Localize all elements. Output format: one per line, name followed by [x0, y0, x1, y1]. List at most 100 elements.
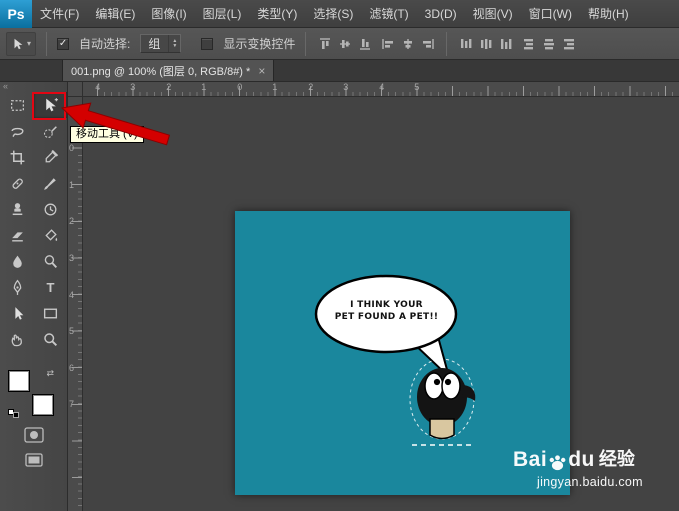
align-horizontal-centers-button[interactable] [399, 35, 416, 53]
speech-bubble-text: I THINK YOUR PET FOUND A PET!! [321, 299, 452, 323]
pen-tool[interactable] [1, 274, 34, 300]
chevron-down-icon: ▼ [172, 42, 178, 49]
crop-tool[interactable] [1, 144, 34, 170]
watermark-du: du [568, 448, 595, 471]
ruler-label: 3 [130, 82, 136, 92]
auto-select-checkbox[interactable]: ✓ [57, 37, 70, 50]
menu-type[interactable]: 类型(Y) [249, 0, 305, 28]
align-top-edges-button[interactable] [316, 35, 333, 53]
watermark-bai: Bai [513, 448, 548, 471]
speech-line-2: PET FOUND A PET!! [334, 312, 439, 322]
menu-3d[interactable]: 3D(D) [417, 0, 465, 28]
brush-icon [44, 177, 56, 190]
quick-mask-button[interactable] [24, 427, 44, 443]
menu-view[interactable]: 视图(V) [465, 0, 521, 28]
distribute-left-edges-button[interactable] [520, 35, 537, 53]
distribute-top-edges-button[interactable] [457, 35, 474, 53]
clone-stamp-tool[interactable] [1, 196, 34, 222]
menu-select[interactable]: 选择(S) [305, 0, 361, 28]
align-bottom-edges-button[interactable] [356, 35, 373, 53]
dodge-icon [44, 254, 58, 268]
show-transform-label: 显示变换控件 [223, 37, 296, 51]
distribute-bottom-edges-button[interactable] [497, 35, 514, 53]
move-tool-icon [14, 38, 23, 49]
rectangular-marquee-tool[interactable] [1, 92, 34, 118]
type-icon: T [46, 279, 55, 295]
pen-icon [13, 279, 22, 295]
ruler-label: 4 [379, 82, 385, 92]
show-transform-checkbox[interactable] [201, 37, 214, 50]
ruler-label: 3 [343, 82, 349, 92]
align-right-edges-button[interactable] [419, 35, 436, 53]
marquee-icon [11, 99, 24, 111]
paint-bucket-tool[interactable] [34, 222, 67, 248]
type-tool[interactable]: T [34, 274, 67, 300]
hand-icon [11, 334, 22, 346]
background-color-swatch[interactable] [32, 394, 54, 416]
auto-select-dropdown[interactable]: 组 ▲ ▼ [140, 34, 182, 53]
check-icon: ✓ [58, 37, 68, 49]
foreground-color-swatch[interactable] [8, 370, 30, 392]
menu-image[interactable]: 图像(I) [143, 0, 194, 28]
menu-help[interactable]: 帮助(H) [580, 0, 637, 28]
path-selection-tool[interactable] [1, 300, 34, 326]
distribute-group-2 [520, 35, 577, 53]
brush-tool[interactable] [34, 170, 67, 196]
crop-icon [10, 150, 25, 164]
ruler-label: 2 [308, 82, 314, 92]
distribute-right-edges-button[interactable] [560, 35, 577, 53]
align-left-edges-button[interactable] [379, 35, 396, 53]
distribute-horizontal-centers-button[interactable] [540, 35, 557, 53]
align-vertical-centers-button[interactable] [336, 35, 353, 53]
ruler-label: 0 [237, 82, 243, 92]
screen-mode-button[interactable] [25, 453, 43, 467]
separator [305, 31, 307, 56]
hand-tool[interactable] [1, 326, 34, 352]
path-selection-icon [15, 306, 24, 320]
baidu-watermark: Bai du 经验 jingyan.baidu.com [513, 445, 643, 489]
ruler-origin-corner[interactable] [68, 82, 83, 97]
rectangle-icon [43, 308, 58, 318]
dropdown-stepper[interactable]: ▲ ▼ [168, 35, 180, 52]
auto-select-label: 自动选择: [79, 37, 131, 51]
tool-preset-picker[interactable]: ▾ [6, 31, 37, 56]
spot-healing-brush-tool[interactable] [1, 170, 34, 196]
panel-collapse-icon[interactable]: « [0, 82, 67, 92]
menu-layer[interactable]: 图层(L) [195, 0, 250, 28]
speech-line-1: I THINK YOUR [350, 300, 423, 310]
zoom-tool[interactable] [34, 326, 67, 352]
distribute-vertical-centers-button[interactable] [477, 35, 494, 53]
menu-file[interactable]: 文件(F) [32, 0, 87, 28]
lasso-tool[interactable] [1, 118, 34, 144]
lasso-icon [11, 127, 24, 137]
watermark-jingyan: 经验 [598, 449, 635, 469]
blur-tool[interactable] [1, 248, 34, 274]
chevron-down-icon: ▾ [27, 39, 32, 48]
distribute-group-1 [457, 35, 514, 53]
menu-window[interactable]: 窗口(W) [521, 0, 580, 28]
pet-character [409, 359, 476, 446]
rectangle-shape-tool[interactable] [34, 300, 67, 326]
eraser-tool[interactable] [1, 222, 34, 248]
canvas-area[interactable]: I THINK YOUR PET FOUND A PET!! Bai du 经验… [83, 97, 679, 511]
mini-background [13, 412, 19, 418]
horizontal-ruler[interactable]: 4 3 2 1 0 1 2 3 4 5 [83, 82, 679, 97]
align-group-2 [379, 35, 436, 53]
ruler-label: 2 [166, 82, 172, 92]
default-colors-icon[interactable] [8, 409, 19, 418]
menu-filter[interactable]: 滤镜(T) [361, 0, 416, 28]
document-tab-bar: 001.png @ 100% (图层 0, RGB/8#) * × [0, 60, 679, 82]
align-group-1 [316, 35, 373, 53]
dodge-tool[interactable] [34, 248, 67, 274]
document-tab[interactable]: 001.png @ 100% (图层 0, RGB/8#) * × [62, 60, 275, 81]
history-brush-tool[interactable] [34, 196, 67, 222]
ruler-label: 4 [95, 82, 101, 92]
swap-colors-icon[interactable]: ⇄ [46, 368, 54, 379]
ruler-label: 3 [69, 253, 75, 263]
vertical-ruler[interactable]: 0 1 2 3 4 5 6 7 [68, 97, 83, 511]
color-swatches: ⇄ [8, 368, 54, 418]
close-tab-icon[interactable]: × [258, 64, 265, 78]
menu-edit[interactable]: 编辑(E) [87, 0, 143, 28]
ruler-label: 5 [69, 326, 75, 336]
ruler-label: 1 [272, 82, 278, 92]
